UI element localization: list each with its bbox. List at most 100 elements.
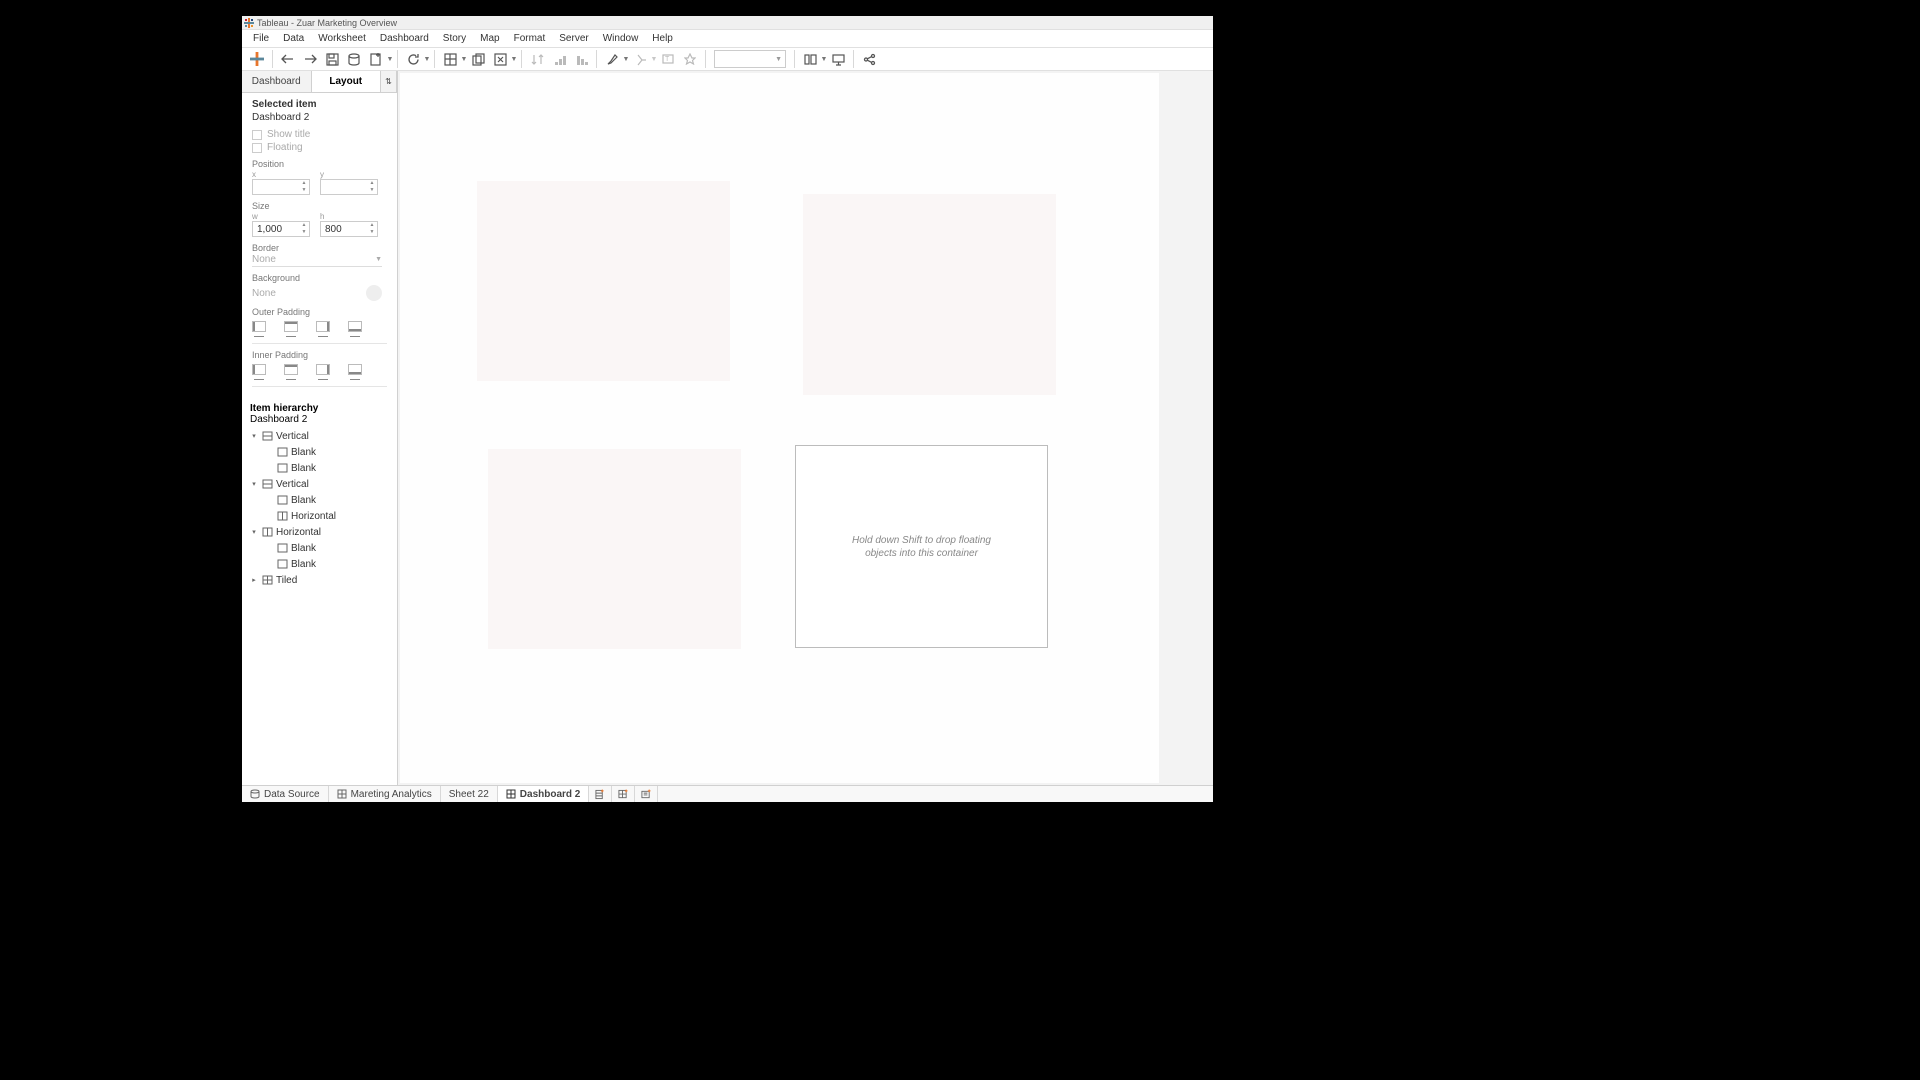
fit-dropdown[interactable]: ▼ [714,50,786,68]
redo-button[interactable] [299,49,321,69]
refresh-dd[interactable]: ▼ [424,56,430,63]
selected-item-name: Dashboard 2 [252,112,387,123]
horiz-container-icon [276,511,288,521]
hierarchy-item-label: Blank [291,463,316,474]
menu-help[interactable]: Help [645,33,680,44]
item-hierarchy-root: Dashboard 2 [250,414,389,425]
hierarchy-item[interactable]: Blank [250,556,389,572]
separator [521,50,522,68]
refresh-button[interactable] [402,49,424,69]
blank-container-icon [276,463,288,473]
tab-marketing-analytics[interactable]: Mareting Analytics [329,786,441,802]
border-select[interactable]: None▼ [252,253,382,267]
tab-data-source[interactable]: Data Source [242,786,329,802]
hierarchy-item[interactable]: ▸Tiled [250,572,389,588]
group-button[interactable] [629,49,651,69]
size-w-input[interactable]: 1,000▲▼ [252,221,310,237]
pad-left-icon [252,321,266,332]
placeholder-zone[interactable] [477,181,730,381]
new-dashboard-tab[interactable] [612,786,635,802]
hierarchy-item[interactable]: Blank [250,460,389,476]
svg-text:T: T [665,56,670,63]
new-worksheet-button[interactable] [365,49,387,69]
outer-padding-label: Outer Padding [252,307,387,317]
dashboard-canvas[interactable]: Hold down Shift to drop floating objects… [400,73,1159,783]
save-button[interactable] [321,49,343,69]
swap-button[interactable] [526,49,548,69]
show-cards-button[interactable] [799,49,821,69]
pin-button[interactable] [679,49,701,69]
outer-padding-controls [252,321,387,337]
position-x-input[interactable]: ▲▼ [252,179,310,195]
pad-left[interactable] [252,364,266,380]
checkbox-icon [252,130,262,140]
hierarchy-item[interactable]: ▾Vertical [250,428,389,444]
undo-button[interactable] [277,49,299,69]
placeholder-zone[interactable] [803,194,1056,395]
blank-container-icon [276,559,288,569]
menu-window[interactable]: Window [596,33,646,44]
separator [596,50,597,68]
sort-asc-button[interactable] [548,49,570,69]
background-label: Background [252,273,387,283]
show-title-checkbox[interactable]: Show title [252,129,387,140]
hierarchy-item[interactable]: Blank [250,444,389,460]
new-worksheet-tab[interactable] [589,786,612,802]
horiz-container-icon [261,527,273,537]
menu-map[interactable]: Map [473,33,506,44]
hierarchy-item[interactable]: Horizontal [250,508,389,524]
new-dashboard-button[interactable] [439,49,461,69]
selected-container[interactable]: Hold down Shift to drop floating objects… [795,445,1048,648]
menu-dashboard[interactable]: Dashboard [373,33,436,44]
pad-right[interactable] [316,364,330,380]
pad-right[interactable] [316,321,330,337]
size-w-label: w [252,212,310,221]
pad-left[interactable] [252,321,266,337]
new-worksheet-dd[interactable]: ▼ [387,56,393,63]
menu-file[interactable]: File [246,33,276,44]
clear-button[interactable] [489,49,511,69]
hierarchy-item-label: Vertical [276,479,309,490]
checkbox-icon [252,143,262,153]
menu-worksheet[interactable]: Worksheet [311,33,373,44]
pad-top[interactable] [284,321,298,337]
placeholder-zone[interactable] [488,449,741,649]
item-hierarchy-tree: ▾VerticalBlankBlank▾VerticalBlankHorizon… [250,428,389,588]
share-button[interactable] [858,49,880,69]
pane-tab-layout[interactable]: Layout [312,71,382,92]
size-label: Size [252,201,387,211]
pad-top-icon [284,364,298,375]
presentation-button[interactable] [827,49,849,69]
floating-checkbox[interactable]: Floating [252,142,387,153]
menu-server[interactable]: Server [552,33,595,44]
highlight-button[interactable] [601,49,623,69]
hierarchy-item[interactable]: ▾Horizontal [250,524,389,540]
size-h-input[interactable]: 800▲▼ [320,221,378,237]
menu-data[interactable]: Data [276,33,311,44]
separator [397,50,398,68]
new-datasource-button[interactable] [343,49,365,69]
pad-bottom[interactable] [348,321,362,337]
pane-tab-expand[interactable]: ⇅ [381,71,397,92]
menu-format[interactable]: Format [507,33,553,44]
background-swatch[interactable] [366,285,382,301]
hierarchy-item[interactable]: Blank [250,540,389,556]
pane-tab-dashboard[interactable]: Dashboard [242,71,312,92]
hierarchy-item[interactable]: ▾Vertical [250,476,389,492]
pad-top[interactable] [284,364,298,380]
tab-dashboard-2[interactable]: Dashboard 2 [498,786,590,802]
duplicate-button[interactable] [467,49,489,69]
clear-dd[interactable]: ▼ [511,56,517,63]
hierarchy-item[interactable]: Blank [250,492,389,508]
hierarchy-item-label: Horizontal [291,511,336,522]
tableau-icon[interactable] [246,49,268,69]
sort-desc-button[interactable] [570,49,592,69]
tab-sheet-22[interactable]: Sheet 22 [441,786,498,802]
hierarchy-item-label: Blank [291,559,316,570]
menu-story[interactable]: Story [436,33,473,44]
position-y-input[interactable]: ▲▼ [320,179,378,195]
labels-button[interactable]: T [657,49,679,69]
new-story-tab[interactable] [635,786,658,802]
pad-bottom[interactable] [348,364,362,380]
pad-right-icon [316,321,330,332]
